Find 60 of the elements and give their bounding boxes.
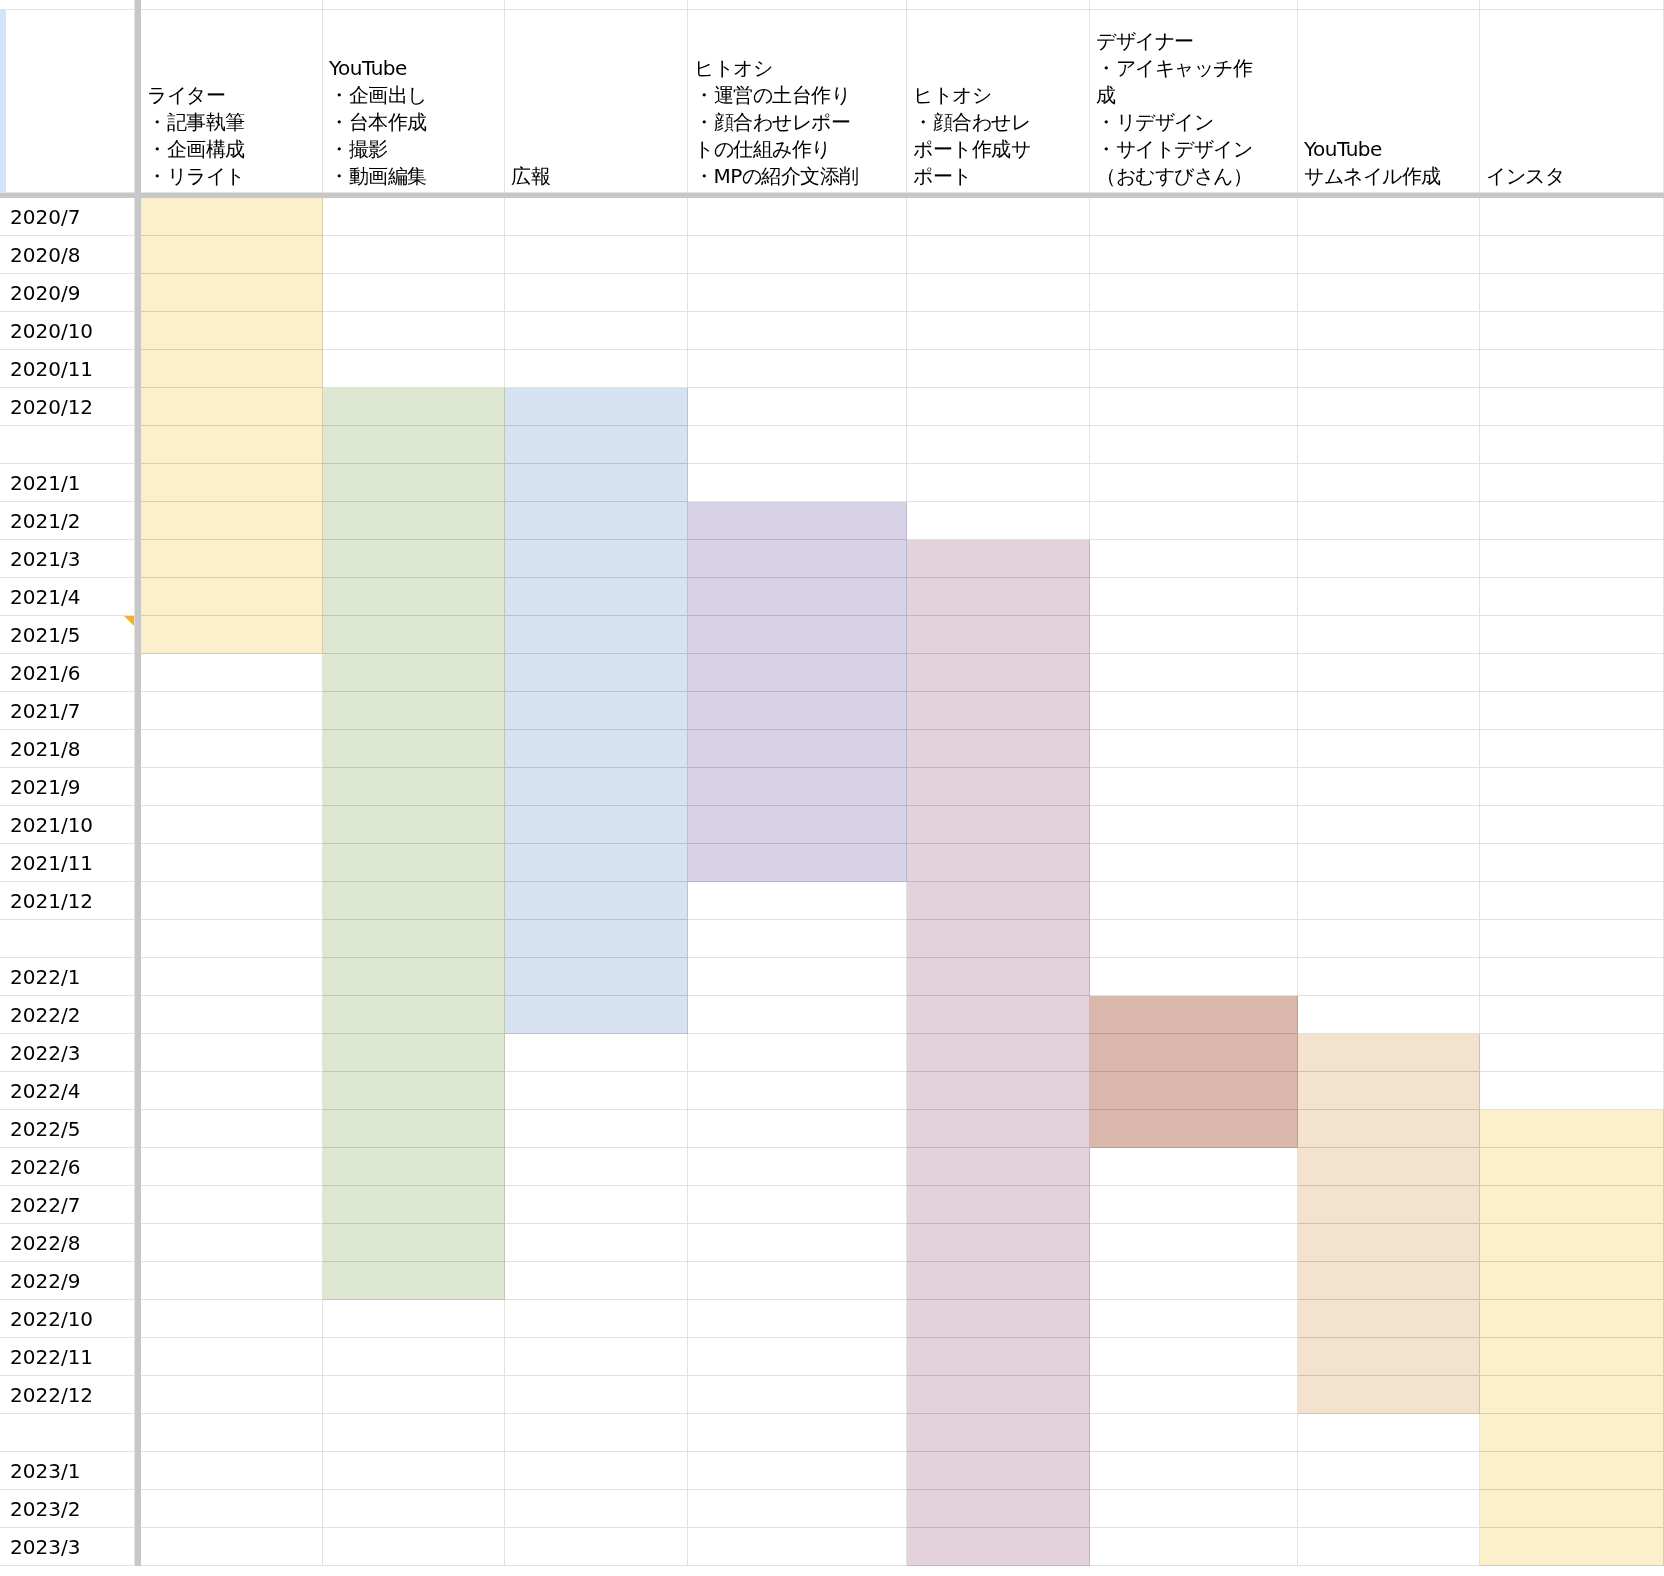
header-line: YouTube [1304,136,1382,163]
row-label: 2021/12 [0,882,135,920]
row-label: 2022/3 [0,1034,135,1072]
row-label: 2020/12 [0,388,135,426]
header-line: ・顔合わせレ [913,109,1030,136]
row-label: 2022/2 [0,996,135,1034]
header-line: ライター [147,82,225,109]
row-label: 2022/5 [0,1110,135,1148]
header-line: YouTube [329,55,407,82]
header-line: ・台本作成 [329,109,427,136]
header-line: （おむすびさん） [1096,163,1252,190]
header-line: ・顔合わせレポー [694,109,850,136]
header-line: トの仕組み作り [694,136,831,163]
row-label: 2020/7 [0,198,135,236]
header-line: ヒトオシ [694,55,772,82]
row-label: 2021/8 [0,730,135,768]
row-label: 2021/11 [0,844,135,882]
row-label: 2022/10 [0,1300,135,1338]
row-label: 2022/4 [0,1072,135,1110]
row-label: 2021/7 [0,692,135,730]
row-label: 2021/1 [0,464,135,502]
header-line: ・サイトデザイン [1096,136,1252,163]
header-line: インスタ [1486,163,1564,190]
header-line: ・動画編集 [329,163,427,190]
row-label: 2021/10 [0,806,135,844]
row-label: 2020/10 [0,312,135,350]
row-label: 2021/3 [0,540,135,578]
row-label: 2021/2 [0,502,135,540]
header-line: ・企画出し [329,82,427,109]
row-label: 2021/6 [0,654,135,692]
row-label: 2023/1 [0,1452,135,1490]
row-label: 2022/12 [0,1376,135,1414]
header-line: ポート [913,163,972,190]
header-line: ポート作成サ [913,136,1030,163]
header-line: ・アイキャッチ作 [1096,55,1252,82]
row-label: 2020/11 [0,350,135,388]
header-line: ・記事執筆 [147,109,245,136]
row-label: 2022/1 [0,958,135,996]
header-line: 成 [1096,82,1116,109]
row-label: 2021/9 [0,768,135,806]
header-line: ・企画構成 [147,136,245,163]
header-line: ・撮影 [329,136,388,163]
row-label: 2022/6 [0,1148,135,1186]
row-label: 2021/4 [0,578,135,616]
header-line: ・リデザイン [1096,109,1213,136]
row-label: 2023/3 [0,1528,135,1566]
header-line: ・MPの紹介文添削 [694,163,859,190]
row-label: 2022/11 [0,1338,135,1376]
header-line: ・運営の土台作り [694,82,850,109]
header-line: ・リライト [147,163,245,190]
header-line: デザイナー [1096,28,1194,55]
row-label: 2022/7 [0,1186,135,1224]
row-label: 2022/8 [0,1224,135,1262]
header-line: ヒトオシ [913,82,991,109]
row-label: 2020/8 [0,236,135,274]
header-line: サムネイル作成 [1304,163,1441,190]
row-label: 2022/9 [0,1262,135,1300]
row-label: 2023/2 [0,1490,135,1528]
row-label: 2020/9 [0,274,135,312]
header-line: 広報 [511,163,550,190]
